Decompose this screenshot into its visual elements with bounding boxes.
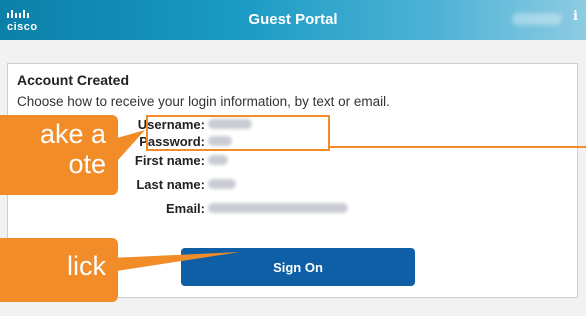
guest-portal-page: cisco Guest Portal i Account Created Cho… <box>0 0 586 316</box>
card-title: Account Created <box>17 72 130 88</box>
last-name-label: Last name: <box>136 177 205 192</box>
last-name-value-redacted <box>208 179 236 189</box>
portal-title: Guest Portal <box>248 11 338 28</box>
field-row-email: Email: <box>8 201 388 217</box>
card-subtitle: Choose how to receive your login informa… <box>17 94 390 109</box>
click-callout: lick <box>0 238 118 302</box>
note-callout: ake a ote <box>0 115 118 195</box>
sign-on-button[interactable]: Sign On <box>181 248 415 286</box>
first-name-label: First name: <box>134 153 205 168</box>
info-icon[interactable]: i <box>573 9 578 24</box>
user-name-redacted <box>512 13 562 25</box>
portal-header: cisco Guest Portal i <box>0 0 586 40</box>
email-label: Email: <box>165 201 205 216</box>
credentials-highlight-box <box>146 115 330 151</box>
first-name-value-redacted <box>208 155 228 165</box>
email-value-redacted <box>208 203 348 213</box>
highlight-connector-line <box>330 146 586 148</box>
